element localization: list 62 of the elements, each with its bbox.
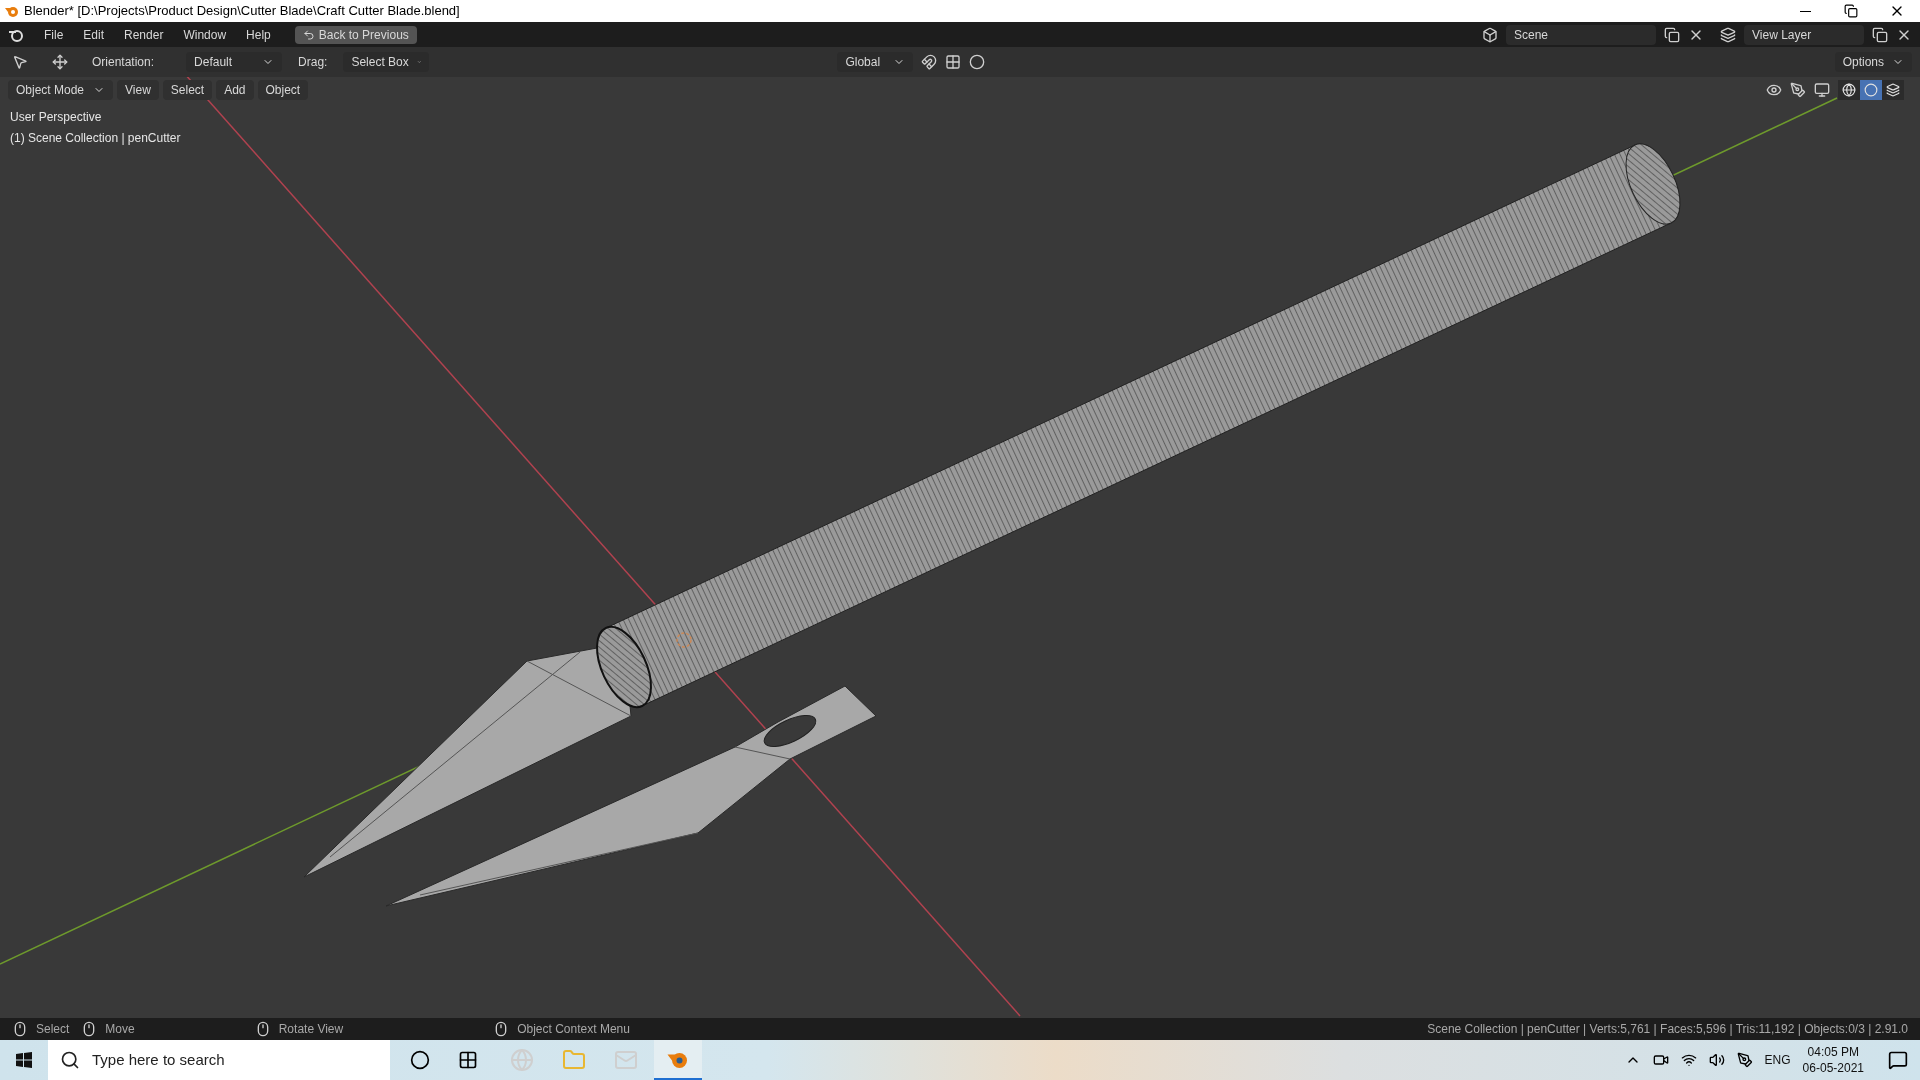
- orientation-dropdown[interactable]: Default: [186, 52, 283, 72]
- menu-item[interactable]: Add: [216, 80, 254, 100]
- shading-icon: [1842, 83, 1856, 97]
- grid-icon: [945, 54, 962, 70]
- shading-icon: [1864, 83, 1878, 97]
- mouse-icon: [12, 1021, 28, 1037]
- clock-date: 06-05-2021: [1802, 1060, 1864, 1076]
- shading-icon: [1886, 83, 1900, 97]
- shading-mode-button[interactable]: [1838, 80, 1860, 100]
- collection-label: (1) Scene Collection | penCutter: [10, 130, 182, 147]
- status-hint: Move: [105, 1021, 135, 1038]
- status-hint: Object Context Menu: [517, 1021, 630, 1038]
- windows-start-icon[interactable]: [16, 1052, 32, 1068]
- snap-icon: [921, 54, 938, 70]
- network-icon: [1680, 1052, 1697, 1068]
- view-layer-icon: [1720, 26, 1736, 43]
- select-tool-icon: [12, 54, 28, 70]
- volume-icon: [1708, 1052, 1725, 1068]
- menu-item[interactable]: View: [117, 80, 159, 100]
- view-layer-field[interactable]: View Layer: [1744, 24, 1864, 45]
- menu-item[interactable]: File: [36, 25, 72, 44]
- back-arrow-icon: [302, 28, 315, 41]
- menu-item[interactable]: Edit: [75, 25, 113, 44]
- visibility-icon: [1766, 82, 1782, 98]
- browser-icon: [510, 1048, 534, 1072]
- drag-label: Drag:: [298, 54, 328, 71]
- scene-field[interactable]: Scene: [1506, 24, 1656, 45]
- camera-icon: [1652, 1052, 1669, 1068]
- status-hint: Select: [36, 1021, 70, 1038]
- folder-icon: [562, 1048, 586, 1072]
- window-title: Blender* [D:\Projects\Product Design\Cutter Blade\Craft Cutter Blade.blend]: [24, 2, 460, 21]
- menu-item[interactable]: Window: [175, 25, 235, 44]
- menu-item[interactable]: Object: [257, 80, 309, 100]
- transform-orientation-dropdown[interactable]: Global: [837, 52, 914, 72]
- move-icon: [52, 54, 68, 70]
- taskbar-search-field[interactable]: Type here to search: [48, 1040, 390, 1080]
- blender-taskbar-button[interactable]: [654, 1040, 702, 1080]
- restore-icon: [1844, 4, 1858, 18]
- back-to-previous-button[interactable]: Back to Previous: [294, 25, 417, 44]
- notifications-icon: [1888, 1050, 1908, 1070]
- status-hint: Rotate View: [278, 1021, 344, 1038]
- options-dropdown[interactable]: Options: [1834, 52, 1912, 72]
- task-view-icon: [458, 1050, 478, 1070]
- clock-time: 04:05 PM: [1807, 1044, 1859, 1060]
- shading-mode-button[interactable]: [1882, 80, 1904, 100]
- duplicate-icon: [1872, 26, 1888, 43]
- mode-dropdown[interactable]: Object Mode: [8, 80, 113, 100]
- scene-statistics: Scene Collection | penCutter | Verts:5,761 | Faces:5,596 | Tris:11,192 | Objects:0/3 | 2.91.0: [1427, 1021, 1908, 1038]
- menu-item[interactable]: Render: [116, 25, 172, 44]
- menu-item[interactable]: Help: [238, 25, 279, 44]
- menu-item[interactable]: Select: [162, 80, 213, 100]
- pen-icon: [1736, 1052, 1753, 1068]
- perspective-label: User Perspective: [10, 109, 103, 126]
- language-indicator[interactable]: ENG: [1764, 1051, 1791, 1069]
- duplicate-icon: [1664, 26, 1680, 43]
- minimize-icon: [1799, 10, 1811, 12]
- scene-icon: [1482, 26, 1498, 43]
- drag-dropdown[interactable]: Select Box: [343, 52, 430, 72]
- overlay-icon: [1814, 82, 1830, 98]
- mail-icon: [614, 1048, 638, 1072]
- search-icon: [60, 1050, 80, 1070]
- orientation-label: Orientation:: [92, 54, 155, 71]
